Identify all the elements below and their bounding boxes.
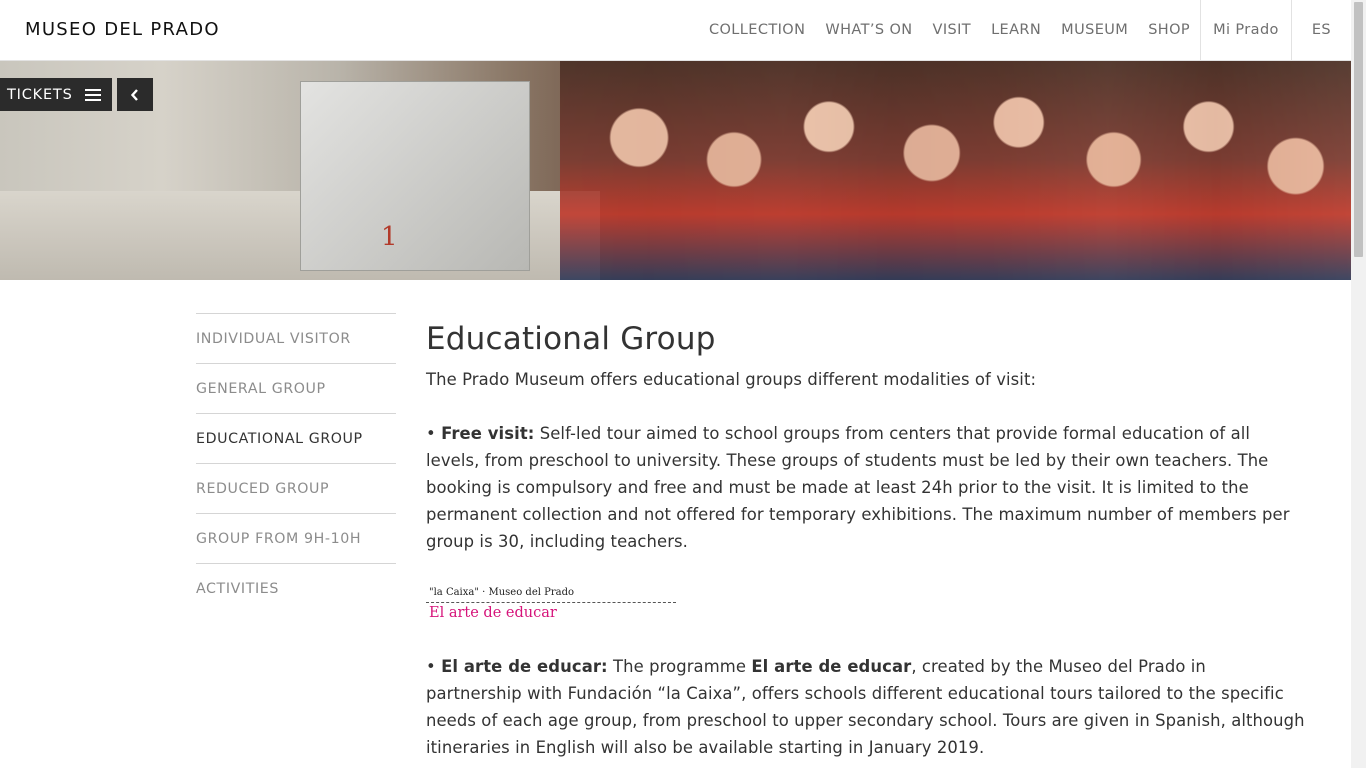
logo-programme-name: El arte de educar: [429, 605, 557, 621]
nav-learn[interactable]: LEARN: [981, 0, 1051, 60]
menu-icon: [84, 88, 101, 101]
page-title: Educational Group: [426, 321, 716, 357]
nav-collection[interactable]: COLLECTION: [699, 0, 815, 60]
arte-de-educar-paragraph: • El arte de educar: The programme El ar…: [426, 653, 1306, 761]
main-content: Educational Group The Prado Museum offer…: [426, 318, 1306, 761]
nav-museum[interactable]: MUSEUM: [1051, 0, 1138, 60]
nav-visit[interactable]: VISIT: [923, 0, 982, 60]
free-visit-heading: Free visit:: [441, 424, 535, 443]
sidebar-item-individual-visitor[interactable]: INDIVIDUAL VISITOR: [196, 314, 396, 364]
sidebar-item-educational-group[interactable]: EDUCATIONAL GROUP: [196, 414, 396, 464]
back-button[interactable]: [117, 78, 153, 111]
free-visit-paragraph: • Free visit: Self-led tour aimed to sch…: [426, 420, 1306, 555]
hero-case-number: 1: [381, 222, 398, 252]
sidebar-nav: INDIVIDUAL VISITOR GENERAL GROUP EDUCATI…: [196, 313, 396, 614]
hero-display-case: 1: [300, 81, 530, 271]
nav-account[interactable]: Mi Prado: [1200, 0, 1291, 60]
main-nav: COLLECTION WHAT’S ON VISIT LEARN MUSEUM …: [699, 0, 1351, 60]
page-scrollbar[interactable]: [1351, 0, 1366, 768]
site-header: MUSEO DEL PRADO COLLECTION WHAT’S ON VIS…: [0, 0, 1351, 61]
sidebar-item-general-group[interactable]: GENERAL GROUP: [196, 364, 396, 414]
sidebar-item-activities[interactable]: ACTIVITIES: [196, 564, 396, 614]
bullet: •: [426, 424, 442, 443]
hero-image: 1: [0, 61, 1351, 280]
site-logo[interactable]: MUSEO DEL PRADO: [25, 19, 220, 40]
tickets-button[interactable]: TICKETS: [0, 78, 112, 111]
logo-divider: [426, 602, 676, 603]
arte-de-educar-text-a: The programme: [607, 657, 752, 676]
intro-text: The Prado Museum offers educational grou…: [426, 370, 1037, 389]
scrollbar-thumb[interactable]: [1354, 2, 1363, 257]
sidebar-item-group-from-9h-10h[interactable]: GROUP FROM 9H-10H: [196, 514, 396, 564]
logo-partner-line: "la Caixa" · Museo del Prado: [429, 587, 575, 598]
arte-de-educar-heading: El arte de educar:: [441, 657, 608, 676]
arte-de-educar-logo: "la Caixa" · Museo del Prado El arte de …: [426, 586, 678, 626]
language-switch[interactable]: ES: [1290, 0, 1351, 60]
hero-children-group: [560, 61, 1351, 280]
bullet: •: [426, 657, 442, 676]
nav-whats-on[interactable]: WHAT’S ON: [815, 0, 922, 60]
nav-shop[interactable]: SHOP: [1138, 0, 1200, 60]
free-visit-text: Self-led tour aimed to school groups fro…: [426, 424, 1290, 551]
tickets-label: TICKETS: [7, 86, 73, 103]
chevron-left-icon: [131, 88, 138, 101]
sidebar-item-reduced-group[interactable]: REDUCED GROUP: [196, 464, 396, 514]
arte-de-educar-name: El arte de educar: [751, 657, 912, 676]
